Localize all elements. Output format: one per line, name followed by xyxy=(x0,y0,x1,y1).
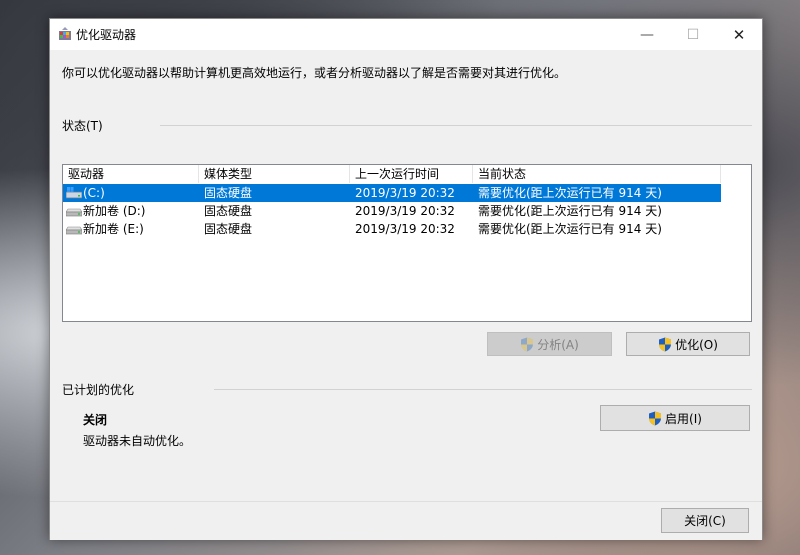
schedule-description: 驱动器未自动优化。 xyxy=(83,434,192,448)
scheduled-section-label: 已计划的优化 xyxy=(62,383,135,397)
current-status: 需要优化(距上次运行已有 914 天) xyxy=(478,222,662,236)
maximize-button[interactable]: ☐ xyxy=(670,19,716,50)
enable-button[interactable]: 启用(I) xyxy=(600,405,750,431)
windows-drive-icon xyxy=(66,187,82,199)
last-run-time: 2019/3/19 20:32 xyxy=(355,186,455,200)
column-header-drive[interactable]: 驱动器 xyxy=(63,165,199,183)
drive-row-d[interactable]: 新加卷 (D:) 固态硬盘 2019/3/19 20:32 需要优化(距上次运行… xyxy=(63,202,721,220)
drive-icon xyxy=(66,226,82,235)
last-run-time: 2019/3/19 20:32 xyxy=(355,222,455,236)
last-run-time: 2019/3/19 20:32 xyxy=(355,204,455,218)
drives-list-header: 驱动器 媒体类型 上一次运行时间 当前状态 xyxy=(63,165,751,183)
dialog-content: 你可以优化驱动器以帮助计算机更高效地运行，或者分析驱动器以了解是否需要对其进行优… xyxy=(50,50,762,540)
drives-list[interactable]: 驱动器 媒体类型 上一次运行时间 当前状态 (C:) 固态硬盘 2019/3/1… xyxy=(62,164,752,322)
current-status: 需要优化(距上次运行已有 914 天) xyxy=(478,186,662,200)
defrag-app-icon xyxy=(59,27,71,40)
column-header-current-status[interactable]: 当前状态 xyxy=(473,165,721,183)
scheduled-divider xyxy=(214,389,752,390)
close-button[interactable]: 关闭(C) xyxy=(661,508,749,533)
status-section-label: 状态(T) xyxy=(62,119,103,133)
drive-name: (C:) xyxy=(83,186,105,200)
dialog-footer: 关闭(C) xyxy=(50,501,762,540)
schedule-state: 关闭 xyxy=(83,413,108,427)
minimize-button[interactable]: — xyxy=(624,19,670,50)
optimize-button[interactable]: 优化(O) xyxy=(626,332,750,356)
current-status: 需要优化(距上次运行已有 914 天) xyxy=(478,204,662,218)
status-divider xyxy=(160,125,752,126)
media-type: 固态硬盘 xyxy=(204,222,253,236)
analyze-button-label: 分析(A) xyxy=(537,337,579,352)
title-bar[interactable]: 优化驱动器 — ☐ ✕ xyxy=(50,19,762,50)
drive-row-c[interactable]: (C:) 固态硬盘 2019/3/19 20:32 需要优化(距上次运行已有 9… xyxy=(63,184,721,202)
uac-shield-icon xyxy=(649,411,662,425)
window-title: 优化驱动器 xyxy=(76,28,137,42)
analyze-button[interactable]: 分析(A) xyxy=(487,332,612,356)
optimize-button-label: 优化(O) xyxy=(675,337,718,352)
intro-text: 你可以优化驱动器以帮助计算机更高效地运行，或者分析驱动器以了解是否需要对其进行优… xyxy=(62,66,567,80)
column-header-media-type[interactable]: 媒体类型 xyxy=(199,165,350,183)
drive-name: 新加卷 (D:) xyxy=(83,204,146,218)
uac-shield-icon xyxy=(521,337,534,351)
column-header-last-run[interactable]: 上一次运行时间 xyxy=(350,165,473,183)
drive-name: 新加卷 (E:) xyxy=(83,222,144,236)
drive-row-e[interactable]: 新加卷 (E:) 固态硬盘 2019/3/19 20:32 需要优化(距上次运行… xyxy=(63,220,721,238)
enable-button-label: 启用(I) xyxy=(665,411,702,426)
media-type: 固态硬盘 xyxy=(204,186,253,200)
close-window-button[interactable]: ✕ xyxy=(716,19,762,50)
media-type: 固态硬盘 xyxy=(204,204,253,218)
drive-icon xyxy=(66,208,82,217)
optimize-drives-window: 优化驱动器 — ☐ ✕ 你可以优化驱动器以帮助计算机更高效地运行，或者分析驱动器… xyxy=(49,18,763,540)
uac-shield-icon xyxy=(659,337,672,351)
